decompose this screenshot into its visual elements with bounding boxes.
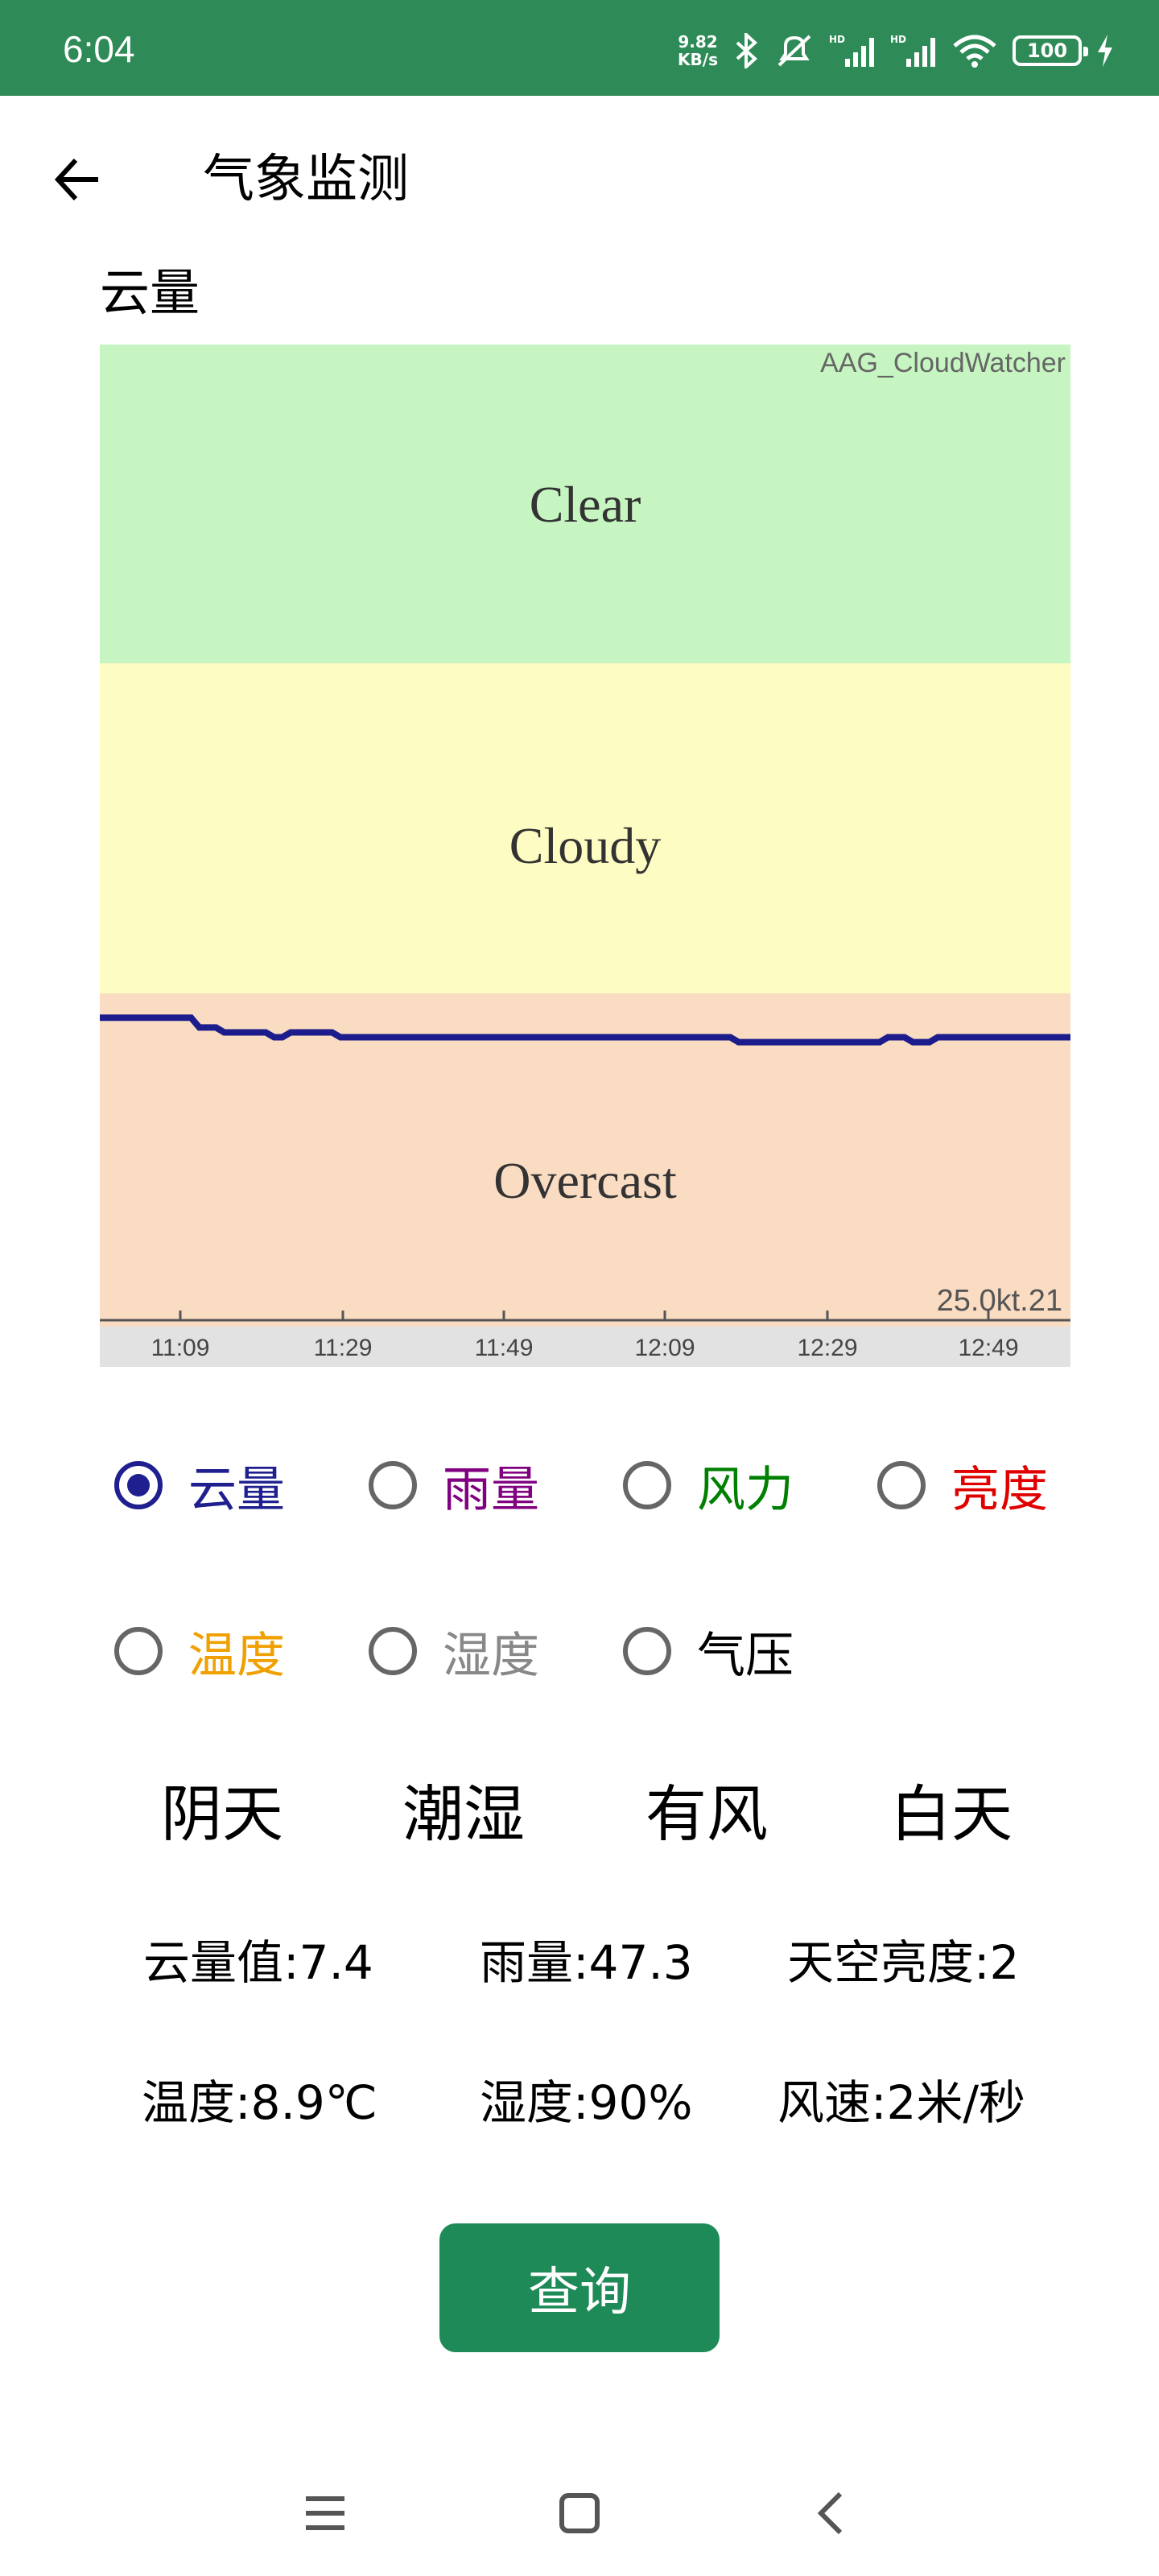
radio-label: 云量 xyxy=(188,1461,285,1518)
band-label-overcast: Overcast xyxy=(493,1152,677,1209)
hd-signal-icon: HD xyxy=(890,34,935,67)
radio-label: 湿度 xyxy=(443,1627,539,1684)
status-time: 6:04 xyxy=(63,28,135,70)
cloud-chart: AAG_CloudWatcher Clear Cloudy Overcast 2… xyxy=(100,345,1070,1367)
weather-status-word: 潮湿 xyxy=(402,1778,525,1850)
x-tick-label: 12:09 xyxy=(634,1335,695,1361)
query-button[interactable]: 查询 xyxy=(439,2223,720,2352)
weather-status-row: 阴天 潮湿 有风 白天 xyxy=(0,1766,1159,1863)
radio-circle[interactable] xyxy=(623,1627,671,1675)
x-tick-label: 12:49 xyxy=(958,1335,1018,1361)
bluetooth-icon xyxy=(736,33,757,68)
radio-radios_row2-2[interactable]: 气压 xyxy=(623,1607,794,1695)
reading-value: 天空亮度:2 xyxy=(787,1935,1020,1990)
reading-value: 温度:8.9℃ xyxy=(142,2075,377,2130)
radio-circle[interactable] xyxy=(369,1627,417,1675)
back-chevron-icon xyxy=(817,2491,843,2535)
radio-label: 气压 xyxy=(697,1627,794,1684)
weather-status-word: 阴天 xyxy=(161,1778,283,1850)
svg-text:HD: HD xyxy=(890,34,906,45)
page-title: 气象监测 xyxy=(203,150,409,209)
net-speed: 9.82 KB/s xyxy=(678,33,718,68)
x-tick-label: 12:29 xyxy=(797,1335,857,1361)
radio-group-row2: 温度 湿度 气压 xyxy=(0,1607,1159,1695)
radio-radios_row1-1[interactable]: 雨量 xyxy=(369,1441,539,1530)
x-tick-label: 11:09 xyxy=(151,1335,210,1361)
radio-circle[interactable] xyxy=(369,1461,417,1509)
mute-icon xyxy=(777,35,811,67)
battery-level: 100 xyxy=(1026,39,1068,62)
band-label-cloudy: Cloudy xyxy=(509,817,661,874)
battery-icon: 100 xyxy=(1013,35,1088,66)
x-axis-strip xyxy=(100,1327,1070,1367)
section-label: 云量 xyxy=(100,263,200,322)
app-bar: 气象监测 xyxy=(0,96,1159,254)
radio-circle[interactable] xyxy=(877,1461,926,1509)
radio-radios_row1-0[interactable]: 云量 xyxy=(114,1441,285,1530)
nav-bar xyxy=(0,2447,1159,2576)
radio-group-row1: 云量 雨量 风力 亮度 xyxy=(0,1441,1159,1530)
radio-radios_row2-0[interactable]: 温度 xyxy=(114,1607,285,1695)
band-label-clear: Clear xyxy=(530,476,641,533)
x-tick-label: 11:49 xyxy=(475,1335,534,1361)
menu-icon xyxy=(306,2496,344,2530)
radio-label: 亮度 xyxy=(951,1461,1048,1518)
reading-value: 风速:2米/秒 xyxy=(777,2075,1025,2130)
values-row1: 云量值:7.4 雨量:47.3 天空亮度:2 xyxy=(0,1922,1159,2003)
hd-signal-icon: HD xyxy=(829,34,874,67)
radio-circle[interactable] xyxy=(623,1461,671,1509)
x-tick-label: 11:29 xyxy=(314,1335,373,1361)
net-speed-unit: KB/s xyxy=(678,50,718,69)
chart-watermark: AAG_CloudWatcher xyxy=(820,348,1066,378)
reading-value: 雨量:47.3 xyxy=(480,1935,693,1990)
values-row2: 温度:8.9℃ 湿度:90% 风速:2米/秒 xyxy=(0,2062,1159,2143)
radio-label: 温度 xyxy=(188,1627,285,1684)
net-speed-value: 9.82 xyxy=(678,32,718,52)
svg-text:HD: HD xyxy=(829,34,845,45)
reading-value: 云量值:7.4 xyxy=(143,1935,373,1990)
nav-back-button[interactable] xyxy=(790,2473,871,2553)
arrow-left-icon xyxy=(54,158,98,201)
status-bar: 6:04 9.82 KB/s HD HD 100 xyxy=(0,0,1159,96)
menu-button[interactable] xyxy=(285,2473,365,2553)
reading-value: 湿度:90% xyxy=(480,2075,693,2130)
radio-label: 风力 xyxy=(697,1461,794,1518)
radio-circle[interactable] xyxy=(114,1461,163,1509)
charging-icon xyxy=(1098,35,1112,67)
radio-label: 雨量 xyxy=(443,1461,539,1518)
status-icons: 9.82 KB/s HD HD 100 xyxy=(678,29,1114,72)
weather-status-word: 白天 xyxy=(890,1778,1013,1850)
chart-date-label: 25.0kt.21 xyxy=(937,1284,1062,1318)
wifi-icon xyxy=(953,35,996,68)
home-square-icon xyxy=(559,2493,600,2533)
back-button[interactable] xyxy=(42,144,113,215)
radio-radios_row1-2[interactable]: 风力 xyxy=(623,1441,794,1530)
radio-radios_row1-3[interactable]: 亮度 xyxy=(877,1441,1048,1530)
weather-status-word: 有风 xyxy=(645,1778,768,1850)
home-button[interactable] xyxy=(539,2473,620,2553)
radio-radios_row2-1[interactable]: 湿度 xyxy=(369,1607,539,1695)
radio-circle[interactable] xyxy=(114,1627,163,1675)
